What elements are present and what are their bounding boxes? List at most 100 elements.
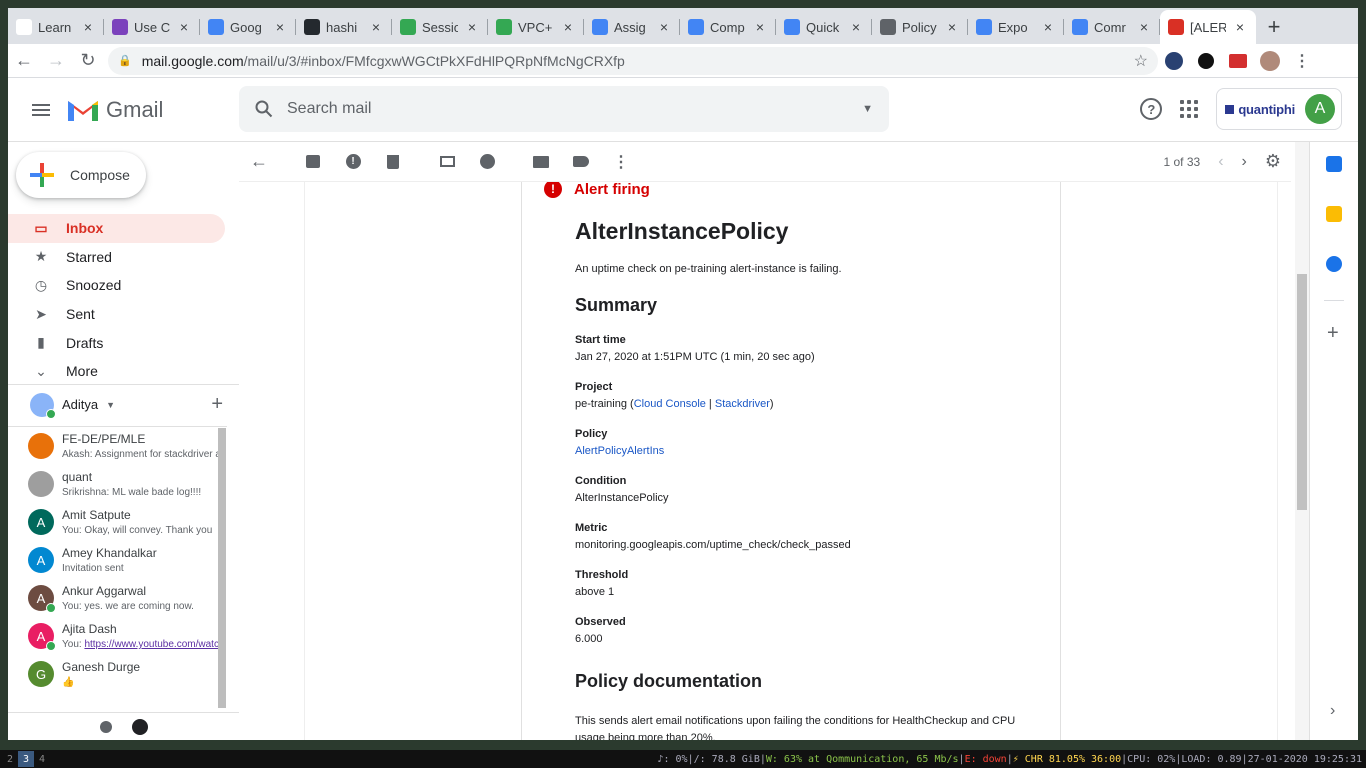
hangouts-user-avatar[interactable] [30,392,56,419]
close-tab-icon[interactable]: × [560,19,576,35]
calendar-icon[interactable] [1326,156,1342,172]
browser-tab[interactable]: VPC+ × [488,10,584,44]
close-tab-icon[interactable]: × [848,19,864,35]
chat-last-message: Invitation sent [62,563,124,574]
chat-name: FE-DE/PE/MLE [62,432,146,446]
reload-icon[interactable]: ↻ [72,45,104,77]
sidebar-item-inbox[interactable]: ▭ Inbox [8,214,225,243]
forward-icon[interactable]: → [40,45,72,77]
compose-button[interactable]: Compose [16,152,146,198]
tasks-icon[interactable] [1326,256,1342,272]
browser-tab[interactable]: Comr × [1064,10,1160,44]
settings-gear-icon[interactable]: ⚙ [1265,151,1281,172]
chat-message-link[interactable]: https://www.youtube.com/watch [84,639,224,650]
message-scrollbar[interactable] [1295,142,1309,740]
close-tab-icon[interactable]: × [368,19,384,35]
policy-link[interactable]: AlertPolicyAlertIns [575,445,664,457]
close-tab-icon[interactable]: × [656,19,672,35]
browser-tab[interactable]: hashi × [296,10,392,44]
close-tab-icon[interactable]: × [944,19,960,35]
account-switcher[interactable]: quantiphi A [1216,88,1342,130]
browser-tab[interactable]: Expo × [968,10,1064,44]
hangouts-icon[interactable] [131,718,148,735]
help-icon[interactable]: ? [1140,98,1163,120]
fedora-extension-icon[interactable] [1158,45,1190,77]
sidebar-item-more[interactable]: ⌄ More [8,357,225,386]
cors-extension-icon[interactable] [1222,45,1254,77]
gmail-logo[interactable]: Gmail [66,97,163,123]
chat-list-item[interactable]: G Ganesh Durge 👍 [8,655,227,693]
snooze-icon[interactable] [467,144,507,180]
chat-list-item[interactable]: A Amit Satpute You: Okay, will convey. Tha… [8,503,227,541]
close-tab-icon[interactable]: × [176,19,192,35]
keep-icon[interactable] [1326,206,1342,222]
browser-tab[interactable]: [ALER × [1160,10,1256,44]
main-menu-icon[interactable] [24,93,58,127]
back-icon[interactable]: ← [8,45,40,77]
chat-list-item[interactable]: A Ajita Dash You: https://www.youtube.com/… [8,617,227,655]
chat-last-message: You: Okay, will convey. Thank you [62,525,213,536]
expand-panel-chevron-icon[interactable]: › [1330,702,1335,720]
profile-avatar[interactable] [1254,45,1286,77]
more-options-icon[interactable]: ⋮ [601,144,641,180]
delete-icon[interactable] [373,144,413,180]
hangouts-user-name[interactable]: Aditya [62,397,98,412]
sidebar-item-snoozed[interactable]: ◷ Snoozed [8,271,225,300]
label-icon[interactable] [561,144,601,180]
browser-tab[interactable]: Quick × [776,10,872,44]
stackdriver-link[interactable]: Stackdriver [715,398,770,410]
close-tab-icon[interactable]: × [80,19,96,35]
mark-unread-icon[interactable] [427,144,467,180]
chat-list-item[interactable]: A Ankur Aggarwal You: yes. we are coming n… [8,579,227,617]
bookmark-star-icon[interactable]: ☆ [1134,51,1148,71]
google-apps-icon[interactable] [1180,100,1199,118]
search-input[interactable] [287,100,849,118]
search-bar[interactable]: ▼ [239,86,889,132]
move-to-icon[interactable] [521,144,561,180]
browser-tab[interactable]: Policy × [872,10,968,44]
chat-avatar: A [28,623,56,651]
close-tab-icon[interactable]: × [1232,19,1248,35]
cloud-console-link[interactable]: Cloud Console [634,398,706,410]
browser-tab[interactable]: Goog × [200,10,296,44]
sidebar-item-starred[interactable]: ★ Starred [8,243,225,272]
chat-list-item[interactable]: FE-DE/PE/MLE Akash: Assignment for stackd… [8,427,227,465]
browser-tab[interactable]: Use C × [104,10,200,44]
browser-tab[interactable]: Sessio × [392,10,488,44]
browser-tab[interactable]: Comp × [680,10,776,44]
scrollbar-thumb[interactable] [1297,274,1307,510]
workspace-4[interactable]: 4 [34,751,50,767]
close-tab-icon[interactable]: × [1136,19,1152,35]
search-options-caret-icon[interactable]: ▼ [862,103,873,115]
new-chat-plus-icon[interactable]: + [211,393,223,416]
add-addon-plus-icon[interactable]: + [1327,322,1339,345]
chat-scrollbar[interactable] [218,428,226,708]
search-icon[interactable] [255,100,273,118]
github-extension-icon[interactable] [1190,45,1222,77]
report-spam-icon[interactable]: ! [333,144,373,180]
tab-title: Expo [998,19,1028,35]
archive-icon[interactable] [293,144,333,180]
chat-list-item[interactable]: A Amey Khandalkar Invitation sent [8,541,227,579]
browser-menu-icon[interactable]: ⋮ [1286,45,1318,77]
close-tab-icon[interactable]: × [272,19,288,35]
newer-chevron-icon[interactable]: ‹ [1218,153,1223,171]
chat-list-item[interactable]: quant Srikrishna: ML wale bade log!!!! [8,465,227,503]
back-to-inbox-icon[interactable]: ← [239,144,279,180]
close-tab-icon[interactable]: × [752,19,768,35]
workspace-2[interactable]: 2 [2,751,18,767]
sidebar-item-sent[interactable]: ➤ Sent [8,300,225,329]
close-tab-icon[interactable]: × [1040,19,1056,35]
browser-tab[interactable]: Assig × [584,10,680,44]
older-chevron-icon[interactable]: › [1242,153,1247,171]
close-tab-icon[interactable]: × [464,19,480,35]
status-info: ♪: 0%|/: 78.8 GiB|W: 63% at Qommunicatio… [657,753,1362,765]
workspace-3[interactable]: 3 [18,751,34,767]
new-tab-button[interactable]: + [1256,10,1292,44]
browser-tab[interactable]: Learn × [8,10,104,44]
gmail-favicon [1168,19,1184,35]
address-bar[interactable]: 🔒 mail.google.com/mail/u/3/#inbox/FMfcgx… [108,46,1158,75]
contacts-icon[interactable] [99,720,112,733]
sidebar-item-drafts[interactable]: ▮ Drafts [8,328,225,357]
status-caret-icon[interactable]: ▼ [106,400,115,410]
